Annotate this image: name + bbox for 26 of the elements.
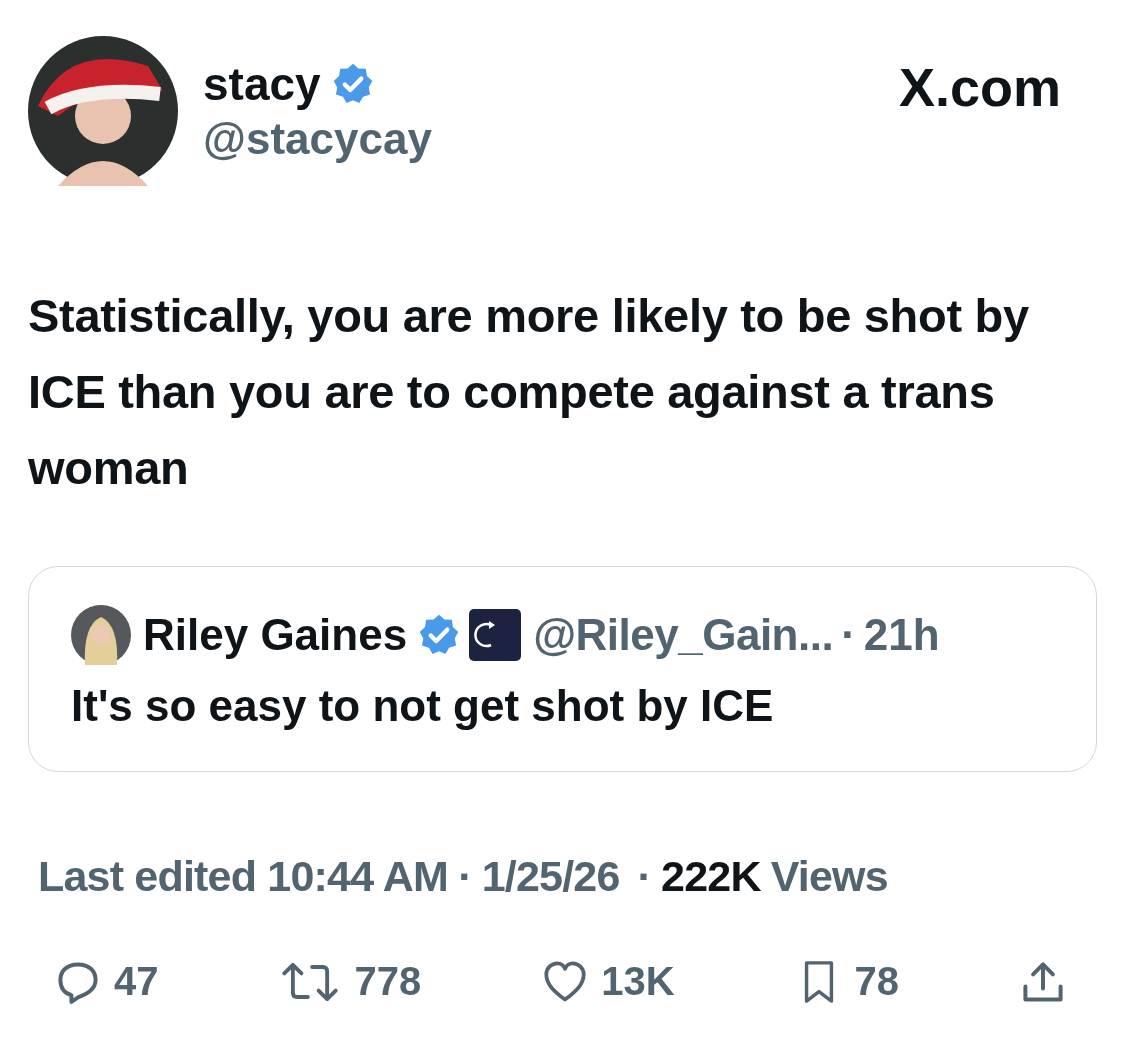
separator-dot: ·: [458, 852, 472, 901]
author-name[interactable]: stacy: [203, 56, 321, 112]
heart-icon[interactable]: [543, 959, 588, 1004]
post-date[interactable]: 1/25/26: [481, 852, 620, 901]
avatar[interactable]: [28, 36, 178, 186]
share-icon[interactable]: [1020, 959, 1065, 1004]
quoted-text: It's so easy to not get shot by ICE: [71, 681, 775, 731]
affiliation-logo-icon: [469, 609, 522, 661]
quoted-author-handle: @Riley_Gain...: [533, 610, 834, 660]
post-text: Statistically, you are more likely to be shot by ICE than you are to compete against a trans woman: [28, 288, 1030, 496]
reply-icon[interactable]: [56, 959, 100, 1004]
timestamp: 21h: [863, 610, 940, 660]
site-label: X.com: [898, 56, 1061, 118]
avatar: [71, 605, 131, 665]
action-count: 47: [114, 959, 159, 1004]
separator-dot: ·: [637, 852, 652, 901]
edited-time[interactable]: Last edited 10:44 AM: [38, 852, 449, 901]
quoted-author-name: Riley Gaines: [143, 610, 408, 660]
separator-dot: ·: [841, 610, 856, 660]
action-count: 78: [854, 959, 899, 1004]
action-count: 778: [354, 959, 422, 1004]
views-label: Views: [770, 852, 888, 901]
views-count: 222K: [661, 852, 761, 901]
action-count: 13K: [601, 959, 675, 1004]
author-handle[interactable]: @stacycay: [203, 112, 432, 166]
quoted-post[interactable]: Riley Gaines @Riley_Gain... · 21h It's so easy to not get shot by ICE: [28, 566, 1097, 772]
